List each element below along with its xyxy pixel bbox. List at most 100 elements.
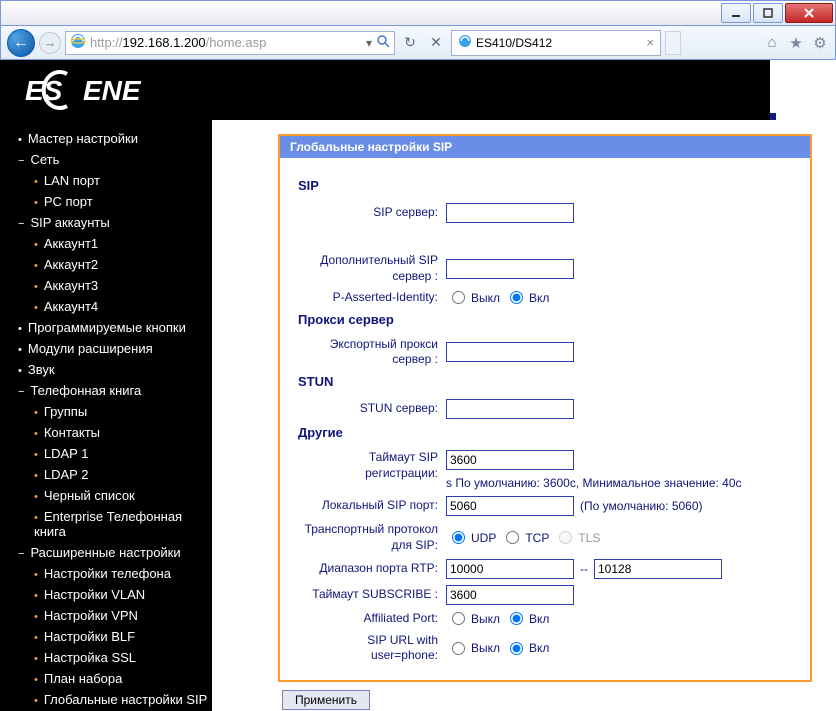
- address-bar[interactable]: http://192.168.1.200/home.asp ▾: [65, 31, 395, 55]
- local-port-label: Локальный SIP порт:: [298, 498, 446, 514]
- aff-off-label: Выкл: [471, 612, 500, 626]
- nav-prog-keys[interactable]: Программируемые кнопки: [8, 317, 212, 338]
- local-port-input[interactable]: [446, 496, 574, 516]
- nav-phonebook[interactable]: Телефонная книга: [8, 380, 212, 401]
- local-port-hint: (По умолчанию: 5060): [580, 499, 703, 513]
- refresh-button[interactable]: ↻: [399, 32, 421, 54]
- sip-url-label: SIP URL with user=phone:: [298, 633, 446, 664]
- nav-ent-pb[interactable]: Enterprise Телефонная книга: [8, 506, 212, 542]
- nav-menu: Мастер настройки Сеть LAN порт PC порт S…: [0, 120, 212, 710]
- tab-close-button[interactable]: ×: [646, 35, 654, 50]
- reg-timeout-label: Таймаут SIP регистрации:: [298, 450, 446, 481]
- minimize-button[interactable]: [721, 3, 751, 23]
- nav-phone-settings[interactable]: Настройки телефона: [8, 563, 212, 584]
- affiliated-port-label: Affiliated Port:: [298, 611, 446, 627]
- section-proxy: Прокси сервер: [298, 312, 792, 327]
- apply-button[interactable]: Применить: [282, 690, 370, 710]
- nav-acc4[interactable]: Аккаунт4: [8, 296, 212, 317]
- rtp-from-input[interactable]: [446, 559, 574, 579]
- secondary-sip-label: Дополнительный SIP сервер :: [298, 253, 446, 284]
- subscribe-timeout-label: Таймаут SUBSCRIBE :: [298, 587, 446, 603]
- logo: ES ENE: [0, 60, 770, 120]
- forward-button[interactable]: →: [39, 32, 61, 54]
- nav-sound[interactable]: Звук: [8, 359, 212, 380]
- maximize-button[interactable]: [753, 3, 783, 23]
- section-other: Другие: [298, 425, 792, 440]
- nav-vlan[interactable]: Настройки VLAN: [8, 584, 212, 605]
- rtp-sep: --: [580, 562, 588, 576]
- ie-icon: [70, 33, 86, 52]
- nav-acc1[interactable]: Аккаунт1: [8, 233, 212, 254]
- main-panel: Глобальные настройки SIP SIP SIP сервер:…: [212, 120, 836, 711]
- stun-server-input[interactable]: [446, 399, 574, 419]
- reg-timeout-hint: s По умолчанию: 3600с, Минимальное значе…: [446, 476, 742, 490]
- sidebar: ES ENE Мастер настройки Сеть LAN порт PC…: [0, 60, 212, 711]
- nav-network[interactable]: Сеть: [8, 149, 212, 170]
- transport-label: Транспортный протокол для SIP:: [298, 522, 446, 553]
- browser-toolbar: ← → http://192.168.1.200/home.asp ▾ ↻ ✕ …: [0, 26, 836, 60]
- section-sip: SIP: [298, 178, 792, 193]
- transport-tcp-radio[interactable]: [506, 531, 519, 544]
- transport-tcp-label: TCP: [525, 531, 549, 545]
- nav-blacklist[interactable]: Черный список: [8, 485, 212, 506]
- reg-timeout-input[interactable]: [446, 450, 574, 470]
- pai-on-radio[interactable]: [510, 291, 523, 304]
- nav-sip-accounts[interactable]: SIP аккаунты: [8, 212, 212, 233]
- nav-lan[interactable]: LAN порт: [8, 170, 212, 191]
- nav-ldap2[interactable]: LDAP 2: [8, 464, 212, 485]
- nav-advanced[interactable]: Расширенные настройки: [8, 542, 212, 563]
- svg-text:ENE: ENE: [83, 75, 142, 106]
- favorites-icon[interactable]: ★: [787, 34, 805, 52]
- nav-acc2[interactable]: Аккаунт2: [8, 254, 212, 275]
- sip-url-off-radio[interactable]: [452, 642, 465, 655]
- nav-master[interactable]: Мастер настройки: [8, 128, 212, 149]
- dropdown-icon[interactable]: ▾: [366, 36, 372, 50]
- secondary-sip-input[interactable]: [446, 259, 574, 279]
- sip-url-on-radio[interactable]: [510, 642, 523, 655]
- rtp-to-input[interactable]: [594, 559, 722, 579]
- nav-groups[interactable]: Группы: [8, 401, 212, 422]
- pai-label: P-Asserted-Identity:: [298, 290, 446, 306]
- close-button[interactable]: [785, 3, 833, 23]
- section-stun: STUN: [298, 374, 792, 389]
- transport-udp-label: UDP: [471, 531, 496, 545]
- nav-blf[interactable]: Настройки BLF: [8, 626, 212, 647]
- nav-ldap1[interactable]: LDAP 1: [8, 443, 212, 464]
- sip-url-off-label: Выкл: [471, 641, 500, 655]
- nav-contacts[interactable]: Контакты: [8, 422, 212, 443]
- nav-dialplan[interactable]: План набора: [8, 668, 212, 689]
- sip-server-label: SIP сервер:: [298, 205, 446, 221]
- aff-on-label: Вкл: [529, 612, 549, 626]
- sip-url-on-label: Вкл: [529, 641, 549, 655]
- page-content: ES ENE Мастер настройки Сеть LAN порт PC…: [0, 60, 836, 711]
- new-tab-button[interactable]: [665, 31, 681, 55]
- aff-off-radio[interactable]: [452, 612, 465, 625]
- aff-on-radio[interactable]: [510, 612, 523, 625]
- pai-on-label: Вкл: [529, 291, 549, 305]
- nav-acc3[interactable]: Аккаунт3: [8, 275, 212, 296]
- nav-vpn[interactable]: Настройки VPN: [8, 605, 212, 626]
- stop-button[interactable]: ✕: [425, 32, 447, 54]
- url-text: http://192.168.1.200/home.asp: [90, 35, 362, 50]
- tools-icon[interactable]: ⚙: [811, 34, 829, 52]
- nav-pc[interactable]: PC порт: [8, 191, 212, 212]
- ie-icon: [458, 34, 472, 51]
- pai-off-label: Выкл: [471, 291, 500, 305]
- transport-udp-radio[interactable]: [452, 531, 465, 544]
- export-proxy-label: Экспортный прокси сервер :: [298, 337, 446, 368]
- rtp-range-label: Диапазон порта RTP:: [298, 561, 446, 577]
- pai-off-radio[interactable]: [452, 291, 465, 304]
- sip-server-input[interactable]: [446, 203, 574, 223]
- browser-tab[interactable]: ES410/DS412 ×: [451, 30, 661, 56]
- nav-ssl[interactable]: Настройка SSL: [8, 647, 212, 668]
- home-icon[interactable]: ⌂: [763, 34, 781, 52]
- nav-global-sip[interactable]: Глобальные настройки SIP: [8, 689, 212, 710]
- panel-header: Глобальные настройки SIP: [280, 136, 810, 158]
- export-proxy-input[interactable]: [446, 342, 574, 362]
- stun-server-label: STUN сервер:: [298, 401, 446, 417]
- nav-exp-modules[interactable]: Модули расширения: [8, 338, 212, 359]
- search-icon[interactable]: [376, 34, 390, 51]
- subscribe-timeout-input[interactable]: [446, 585, 574, 605]
- back-button[interactable]: ←: [7, 29, 35, 57]
- tab-title: ES410/DS412: [476, 36, 552, 50]
